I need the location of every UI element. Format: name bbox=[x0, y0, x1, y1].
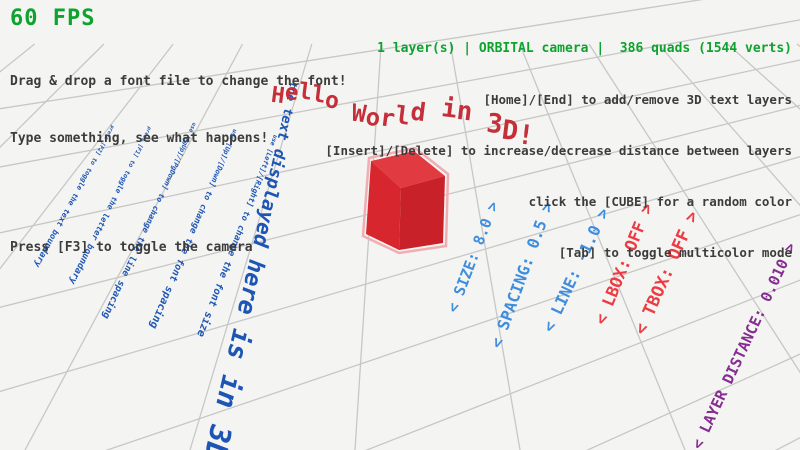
status-line: 1 layer(s) | ORBITAL camera | 386 quads … bbox=[325, 40, 792, 57]
help-line: [Home]/[End] to add/remove 3D text layer… bbox=[325, 91, 792, 108]
help-line: Type something, see what happens! bbox=[10, 129, 347, 148]
help-line: [Tab] to toggle multicolor mode bbox=[325, 244, 792, 261]
help-line: Press [F3] to toggle the camera bbox=[10, 238, 347, 257]
fps-counter: 60 FPS bbox=[10, 6, 95, 31]
right-hud: 1 layer(s) | ORBITAL camera | 386 quads … bbox=[325, 6, 792, 278]
help-line: [Insert]/[Delete] to increase/decrease d… bbox=[325, 142, 792, 159]
help-line: click the [CUBE] for a random color bbox=[325, 193, 792, 210]
left-instructions: Drag & drop a font file to change the fo… bbox=[10, 34, 347, 276]
spacer bbox=[10, 186, 347, 200]
help-line: Drag & drop a font file to change the fo… bbox=[10, 72, 347, 91]
